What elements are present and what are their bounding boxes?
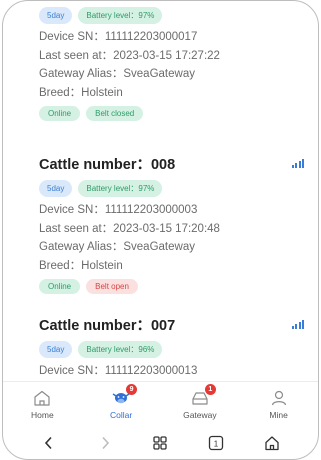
belt-status: Belt open [86,279,138,294]
battery-tag: Battery level：97% [78,7,163,24]
tab-collar-label: Collar [110,410,133,420]
gateway-icon: 1 [190,384,216,407]
last-seen: Last seen at：2023-03-15 17:27:22 [39,49,220,62]
tab-home-label: Home [31,410,54,420]
person-icon [269,389,289,407]
tab-gateway-label: Gateway [183,410,217,420]
battery-tag: Battery level：97% [78,180,163,197]
age-tag: 5day [39,7,73,24]
menu-grid-icon[interactable] [147,430,173,456]
belt-status: Belt closed [86,106,144,121]
breed: Breed：Holstein [39,86,123,99]
battery-tag: Battery level：96% [78,341,163,358]
device-sn: Device SN：111112203000013 [39,365,198,377]
online-status: Online [39,279,81,294]
cow-icon: 9 [111,384,138,407]
breed: Breed：Holstein [39,259,123,272]
tabs-count: 1 [214,439,219,448]
tab-gateway[interactable]: 1 Gateway [161,382,240,425]
cattle-list[interactable]: 5day Battery level：97% Device SN：1111122… [3,1,318,381]
age-tag: 5day [39,341,73,358]
forward-icon[interactable] [92,430,118,456]
cattle-number: Cattle number：007 [39,317,176,334]
bottom-tab-bar: Home 9 Collar 1 Gateway Mine [3,381,318,425]
tabs-icon[interactable]: 1 [203,430,229,456]
last-seen: Last seen at：2023-03-15 17:20:48 [39,222,220,235]
tab-home[interactable]: Home [3,382,82,425]
signal-icon [291,158,304,168]
tab-collar[interactable]: 9 Collar [82,382,161,425]
home-nav-icon[interactable] [259,430,285,456]
cattle-card[interactable]: Cattle number：008 5day Battery level：97%… [39,152,308,294]
cattle-card[interactable]: Cattle number：007 5day Battery level：96%… [39,313,308,381]
gateway-alias: Gateway Alias：SveaGateway [39,68,195,80]
collar-badge: 9 [126,384,138,395]
device-sn: Device SN：111112203000017 [39,31,198,43]
device-sn: Device SN：111112203000003 [39,204,198,216]
tab-mine-label: Mine [269,410,288,420]
gateway-alias: Gateway Alias：SveaGateway [39,241,195,253]
gateway-badge: 1 [204,384,216,395]
signal-icon [291,319,304,329]
age-tag: 5day [39,180,73,197]
phone-frame: 5day Battery level：97% Device SN：1111122… [2,0,319,460]
home-icon [32,389,52,407]
cattle-number: Cattle number：008 [39,156,176,173]
cattle-card[interactable]: 5day Battery level：97% Device SN：1111122… [39,7,308,121]
online-status: Online [39,106,81,121]
system-navigation-bar: 1 [3,425,318,459]
back-icon[interactable] [36,430,62,456]
tab-mine[interactable]: Mine [239,382,318,425]
